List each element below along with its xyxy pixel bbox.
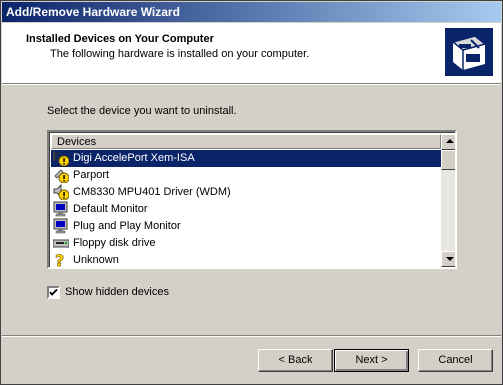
scroll-up-button[interactable]	[441, 134, 455, 150]
scroll-down-button[interactable]	[441, 251, 455, 267]
vertical-scrollbar[interactable]	[441, 134, 455, 267]
device-rows: Digi AccelePort Xem-ISA Parport CM8330 M…	[51, 150, 441, 268]
cancel-button[interactable]: Cancel	[418, 349, 493, 372]
back-button[interactable]: < Back	[258, 349, 333, 372]
scroll-up-arrow-icon	[446, 139, 454, 143]
wizard-header: Installed Devices on Your Computer The f…	[2, 23, 501, 83]
header-divider	[2, 83, 501, 85]
scroll-thumb[interactable]	[441, 150, 455, 170]
list-item[interactable]: CM8330 MPU401 Driver (WDM)	[51, 184, 441, 201]
list-item[interactable]: Plug and Play Monitor	[51, 218, 441, 235]
header-subtitle: The following hardware is installed on y…	[50, 48, 310, 60]
wizard-window: Add/Remove Hardware Wizard Installed Dev…	[0, 0, 503, 385]
device-label: CM8330 MPU401 Driver (WDM)	[73, 186, 231, 198]
floppy-drive-icon	[53, 239, 69, 248]
device-label: Digi AccelePort Xem-ISA	[73, 152, 195, 164]
device-label: Unknown	[73, 254, 119, 266]
svg-text:?: ?	[55, 252, 64, 268]
list-item[interactable]: Parport	[51, 167, 441, 184]
show-hidden-label[interactable]: Show hidden devices	[65, 286, 169, 298]
list-item[interactable]: Digi AccelePort Xem-ISA	[51, 150, 441, 167]
footer-divider	[2, 335, 501, 337]
list-item[interactable]: Floppy disk drive	[51, 235, 441, 252]
title-bar[interactable]: Add/Remove Hardware Wizard	[2, 2, 501, 22]
column-header-devices[interactable]: Devices	[51, 134, 441, 149]
device-label: Default Monitor	[73, 203, 148, 215]
device-label: Plug and Play Monitor	[73, 220, 181, 232]
warning-icon	[54, 169, 69, 183]
checkmark-icon	[49, 288, 58, 296]
list-item[interactable]: ? Unknown	[51, 252, 441, 268]
monitor-icon	[53, 218, 68, 234]
header-title: Installed Devices on Your Computer	[26, 33, 214, 45]
warning-sound-icon	[53, 184, 69, 200]
instruction-text: Select the device you want to uninstall.	[47, 105, 237, 117]
unknown-device-icon: ?	[55, 252, 65, 268]
warning-network-icon	[53, 151, 69, 166]
show-hidden-checkbox[interactable]	[47, 286, 60, 299]
device-label: Floppy disk drive	[73, 237, 156, 249]
next-button[interactable]: Next >	[334, 349, 409, 372]
device-listbox[interactable]: Devices Digi AccelePort Xem-ISA Parport	[47, 130, 457, 269]
hardware-wizard-icon	[445, 28, 493, 76]
device-label: Parport	[73, 169, 110, 181]
monitor-icon	[53, 201, 68, 217]
scroll-down-arrow-icon	[446, 257, 454, 261]
window-title: Add/Remove Hardware Wizard	[6, 5, 180, 19]
list-item[interactable]: Default Monitor	[51, 201, 441, 218]
column-header-label: Devices	[57, 136, 97, 148]
